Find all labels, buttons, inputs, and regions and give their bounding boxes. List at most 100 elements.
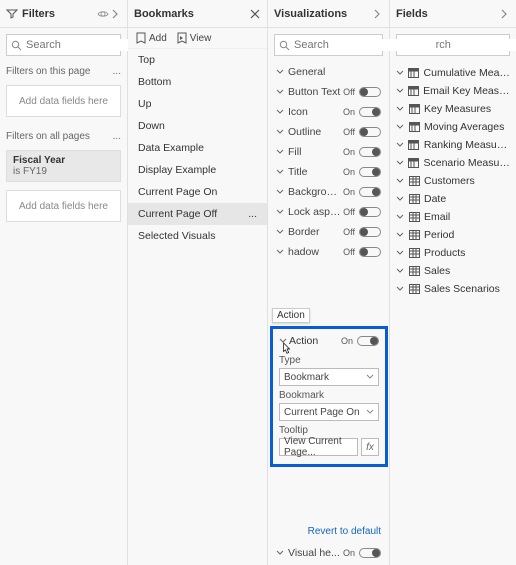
action-tooltip-tag: Action — [272, 308, 310, 323]
chevron-down-icon — [276, 168, 286, 176]
chevron-down-icon — [276, 148, 286, 156]
bookmark-item[interactable]: Top — [128, 49, 267, 71]
calculator-icon — [408, 140, 420, 150]
toggle[interactable] — [359, 247, 381, 257]
viz-row[interactable]: IconOn — [268, 102, 389, 122]
field-item[interactable]: Scenario Measures — [390, 154, 516, 172]
action-header[interactable]: Action On — [279, 335, 379, 347]
viz-title: Visualizations — [274, 8, 347, 20]
eye-icon[interactable] — [97, 8, 109, 20]
field-label: Email Key Measur... — [423, 85, 510, 97]
chevron-down-icon — [276, 108, 286, 116]
field-item[interactable]: Date — [390, 190, 516, 208]
toggle[interactable] — [359, 227, 381, 237]
table-icon — [408, 230, 420, 240]
viz-row-label: Title — [288, 166, 341, 178]
field-item[interactable]: Key Measures — [390, 100, 516, 118]
viz-row[interactable]: hadowOff — [268, 242, 389, 262]
bookmark-item[interactable]: Selected Visuals — [128, 225, 267, 247]
toggle[interactable] — [359, 167, 381, 177]
action-type-dropdown[interactable]: Bookmark — [279, 368, 379, 386]
bookmark-item[interactable]: Up — [128, 93, 267, 115]
viz-row[interactable]: General — [268, 62, 389, 82]
viz-search-input[interactable] — [294, 39, 436, 51]
table-icon — [408, 194, 420, 204]
bookmarks-pane: Bookmarks Add View TopBottomUpDownData E… — [128, 0, 268, 565]
toggle[interactable] — [359, 107, 381, 117]
viz-row-label: Border — [288, 226, 341, 238]
field-item[interactable]: Products — [390, 244, 516, 262]
field-label: Cumulative Meas... — [424, 67, 510, 79]
visual-header-toggle[interactable] — [359, 548, 381, 558]
field-label: Scenario Measures — [423, 157, 510, 169]
bookmark-add[interactable]: Add — [136, 32, 167, 44]
filters-dropzone-page[interactable]: Add data fields here — [6, 85, 121, 117]
filters-header: Filters — [0, 0, 127, 28]
bookmark-item[interactable]: Down — [128, 115, 267, 137]
field-item[interactable]: Period — [390, 226, 516, 244]
toggle[interactable] — [359, 87, 381, 97]
bookmark-item[interactable]: Bottom — [128, 71, 267, 93]
toggle[interactable] — [359, 127, 381, 137]
fx-button[interactable]: fx — [361, 438, 379, 456]
field-label: Products — [424, 247, 465, 259]
bookmarks-list: TopBottomUpDownData ExampleDisplay Examp… — [128, 49, 267, 247]
action-tooltip-input[interactable]: View Current Page... — [279, 438, 358, 456]
field-item[interactable]: Email — [390, 208, 516, 226]
filter-card-sub: is FY19 — [13, 166, 114, 177]
chevron-down-icon — [396, 285, 404, 293]
action-bookmark-dropdown[interactable]: Current Page On — [279, 403, 379, 421]
filters-dropzone-all[interactable]: Add data fields here — [6, 190, 121, 222]
bookmarks-title: Bookmarks — [134, 8, 194, 20]
viz-row[interactable]: Lock aspe...Off — [268, 202, 389, 222]
toggle[interactable] — [359, 147, 381, 157]
search-icon — [11, 40, 22, 51]
viz-row[interactable]: Backgrou...On — [268, 182, 389, 202]
field-item[interactable]: Cumulative Meas... — [390, 64, 516, 82]
viz-row[interactable]: FillOn — [268, 142, 389, 162]
bookmark-item[interactable]: Current Page Off... — [128, 203, 267, 225]
action-type-label: Type — [279, 355, 379, 366]
chevron-down-icon — [276, 549, 286, 557]
filter-card-fiscal-year[interactable]: Fiscal Year is FY19 — [6, 150, 121, 182]
viz-row-label: General — [288, 66, 381, 78]
viz-row[interactable]: OutlineOff — [268, 122, 389, 142]
toggle[interactable] — [359, 207, 381, 217]
viz-search[interactable] — [274, 34, 383, 56]
filters-search[interactable] — [6, 34, 121, 56]
field-item[interactable]: Sales Scenarios — [390, 280, 516, 298]
bookmark-item[interactable]: Data Example — [128, 137, 267, 159]
more-icon[interactable]: ... — [248, 208, 257, 220]
fields-title: Fields — [396, 8, 428, 20]
bookmark-view[interactable]: View — [177, 32, 212, 44]
search-icon — [279, 40, 290, 51]
chevron-right-icon[interactable] — [109, 8, 121, 20]
revert-link[interactable]: Revert to default — [268, 524, 389, 543]
calculator-icon — [408, 122, 420, 132]
chevron-down-icon — [396, 141, 404, 149]
chevron-right-icon[interactable] — [371, 8, 383, 20]
viz-row-label: Backgrou... — [288, 186, 341, 198]
field-item[interactable]: Email Key Measur... — [390, 82, 516, 100]
calculator-icon — [408, 86, 419, 96]
visualizations-pane: Visualizations General Button TextOffIcon… — [268, 0, 390, 565]
toggle[interactable] — [359, 187, 381, 197]
action-toggle[interactable] — [357, 336, 379, 346]
field-item[interactable]: Ranking Measures — [390, 136, 516, 154]
viz-row[interactable]: Button TextOff — [268, 82, 389, 102]
close-icon[interactable] — [249, 8, 261, 20]
chevron-down-icon — [396, 249, 404, 257]
bookmark-item[interactable]: Current Page On — [128, 181, 267, 203]
viz-row-label: Button Text — [288, 86, 341, 98]
viz-row[interactable]: BorderOff — [268, 222, 389, 242]
field-item[interactable]: Sales — [390, 262, 516, 280]
viz-row[interactable]: TitleOn — [268, 162, 389, 182]
chevron-right-icon[interactable] — [498, 8, 510, 20]
chevron-down-icon — [276, 208, 286, 216]
fields-header: Fields — [390, 0, 516, 28]
viz-row-visual-header[interactable]: Visual he... On — [268, 543, 389, 563]
bookmark-item[interactable]: Display Example — [128, 159, 267, 181]
viz-body: General Button TextOffIconOnOutlineOffFil… — [268, 62, 389, 565]
field-item[interactable]: Customers — [390, 172, 516, 190]
field-item[interactable]: Moving Averages — [390, 118, 516, 136]
